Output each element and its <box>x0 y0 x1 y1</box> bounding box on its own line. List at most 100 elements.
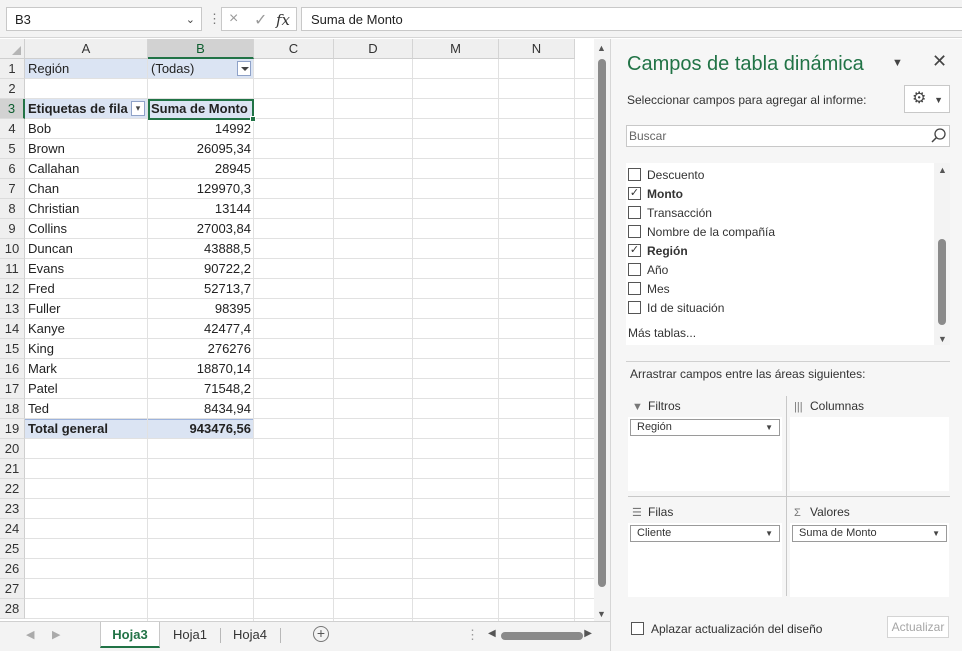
pivot-row-label[interactable]: Christian <box>25 199 148 219</box>
row-header-28[interactable]: 28 <box>0 599 25 619</box>
pivot-row-value[interactable]: 276276 <box>148 339 254 359</box>
row-header-18[interactable]: 18 <box>0 399 25 419</box>
cancel-icon[interactable]: × <box>229 10 238 28</box>
field-checkbox[interactable] <box>628 301 641 314</box>
field-item[interactable]: Año <box>628 261 928 280</box>
vertical-scrollbar[interactable]: ▲ ▼ <box>594 39 610 621</box>
row-header-23[interactable]: 23 <box>0 499 25 519</box>
row-header-6[interactable]: 6 <box>0 159 25 179</box>
enter-icon[interactable]: ✓ <box>254 10 267 30</box>
field-checkbox[interactable] <box>628 168 641 181</box>
add-sheet-button[interactable]: + <box>313 626 329 642</box>
pivot-row-value[interactable]: 14992 <box>148 119 254 139</box>
field-item[interactable]: ✓ Región <box>628 242 928 261</box>
pivot-row-label[interactable]: Kanye <box>25 319 148 339</box>
pivot-row-value[interactable]: 90722,2 <box>148 259 254 279</box>
chevron-down-icon[interactable]: ⌄ <box>186 13 195 26</box>
row-header-16[interactable]: 16 <box>0 359 25 379</box>
pane-options-chevron-icon[interactable]: ▼ <box>892 57 903 69</box>
row-header-22[interactable]: 22 <box>0 479 25 499</box>
scroll-up-icon[interactable]: ▲ <box>597 43 606 53</box>
row-header-4[interactable]: 4 <box>0 119 25 139</box>
select-all-button[interactable] <box>0 39 25 59</box>
field-checkbox[interactable]: ✓ <box>628 187 641 200</box>
pivot-row-value[interactable]: 42477,4 <box>148 319 254 339</box>
scroll-up-icon[interactable]: ▲ <box>938 165 947 175</box>
pivot-row-label[interactable]: Evans <box>25 259 148 279</box>
row-header-3[interactable]: 3 <box>0 99 25 119</box>
pivot-row-label[interactable]: Bob <box>25 119 148 139</box>
close-icon[interactable]: ✕ <box>932 51 947 72</box>
row-header-10[interactable]: 10 <box>0 239 25 259</box>
next-sheet-icon[interactable]: ▶ <box>52 628 60 641</box>
field-checkbox[interactable] <box>628 282 641 295</box>
pivot-row-label[interactable]: Collins <box>25 219 148 239</box>
tab-hoja1[interactable]: Hoja1 <box>160 622 220 648</box>
tab-split-handle-icon[interactable]: ⋮ <box>466 627 479 643</box>
row-header-1[interactable]: 1 <box>0 59 25 79</box>
tab-hoja3[interactable]: Hoja3 <box>100 622 160 648</box>
pivot-row-label[interactable]: Brown <box>25 139 148 159</box>
tools-button[interactable]: ⚙ ▼ <box>904 85 950 113</box>
row-field-chip[interactable]: Cliente ▼ <box>630 525 780 542</box>
columns-area[interactable] <box>790 417 949 491</box>
row-header-19[interactable]: 19 <box>0 419 25 439</box>
pivot-row-value[interactable]: 27003,84 <box>148 219 254 239</box>
more-tables-link[interactable]: Más tablas... <box>628 326 696 340</box>
field-list-scrollbar[interactable]: ▲ ▼ <box>934 163 950 345</box>
row-header-7[interactable]: 7 <box>0 179 25 199</box>
column-header-m[interactable]: M <box>413 39 499 59</box>
column-header-b[interactable]: B <box>148 39 254 59</box>
field-item[interactable]: Nombre de la compañía <box>628 223 928 242</box>
insert-function-button[interactable]: fx <box>276 11 290 29</box>
search-icon[interactable] <box>930 126 948 146</box>
fill-handle[interactable] <box>250 116 256 122</box>
formula-bar-grip-icon[interactable]: ⋮ <box>208 11 221 27</box>
row-header-2[interactable]: 2 <box>0 79 25 99</box>
field-item[interactable]: Mes <box>628 280 928 299</box>
field-checkbox[interactable] <box>628 263 641 276</box>
pivot-row-value[interactable]: 98395 <box>148 299 254 319</box>
pivot-row-label[interactable]: Fred <box>25 279 148 299</box>
formula-input[interactable]: Suma de Monto <box>301 7 962 31</box>
field-checkbox[interactable]: ✓ <box>628 244 641 257</box>
pivot-row-label[interactable]: Duncan <box>25 239 148 259</box>
pivot-row-value[interactable]: 18870,14 <box>148 359 254 379</box>
pivot-row-value[interactable]: 13144 <box>148 199 254 219</box>
pivot-row-value[interactable]: 8434,94 <box>148 399 254 419</box>
row-header-12[interactable]: 12 <box>0 279 25 299</box>
worksheet-grid[interactable]: A B C D M N 1 2 3 4 5 6 7 8 9 10 11 12 13 14 15 16 17 18 19 20 21 2… <box>0 39 594 621</box>
chevron-down-icon[interactable]: ▼ <box>932 526 940 541</box>
pivot-row-label[interactable]: Patel <box>25 379 148 399</box>
field-checkbox[interactable] <box>628 225 641 238</box>
row-header-20[interactable]: 20 <box>0 439 25 459</box>
tab-hoja4[interactable]: Hoja4 <box>221 622 279 648</box>
field-item[interactable]: Descuento <box>628 166 928 185</box>
row-header-11[interactable]: 11 <box>0 259 25 279</box>
row-header-17[interactable]: 17 <box>0 379 25 399</box>
field-checkbox[interactable] <box>628 206 641 219</box>
scroll-down-icon[interactable]: ▼ <box>938 334 947 344</box>
value-field-chip[interactable]: Suma de Monto ▼ <box>792 525 947 542</box>
field-item[interactable]: ✓ Monto <box>628 185 928 204</box>
row-header-26[interactable]: 26 <box>0 559 25 579</box>
column-header-n[interactable]: N <box>499 39 575 59</box>
pivot-row-value[interactable]: 43888,5 <box>148 239 254 259</box>
field-list-scroll-thumb[interactable] <box>938 239 946 325</box>
previous-sheet-icon[interactable]: ◀ <box>26 628 34 641</box>
row-header-27[interactable]: 27 <box>0 579 25 599</box>
horizontal-scrollbar[interactable]: ◀ ▶ <box>486 628 594 642</box>
vertical-scroll-thumb[interactable] <box>598 59 606 587</box>
pivot-row-label[interactable]: Fuller <box>25 299 148 319</box>
pivot-row-value[interactable]: 71548,2 <box>148 379 254 399</box>
update-button[interactable]: Actualizar <box>887 616 949 638</box>
row-header-21[interactable]: 21 <box>0 459 25 479</box>
pivot-row-label[interactable]: Chan <box>25 179 148 199</box>
row-header-25[interactable]: 25 <box>0 539 25 559</box>
column-header-a[interactable]: A <box>25 39 148 59</box>
pivot-row-label[interactable]: King <box>25 339 148 359</box>
row-header-14[interactable]: 14 <box>0 319 25 339</box>
row-header-13[interactable]: 13 <box>0 299 25 319</box>
row-header-5[interactable]: 5 <box>0 139 25 159</box>
row-header-15[interactable]: 15 <box>0 339 25 359</box>
